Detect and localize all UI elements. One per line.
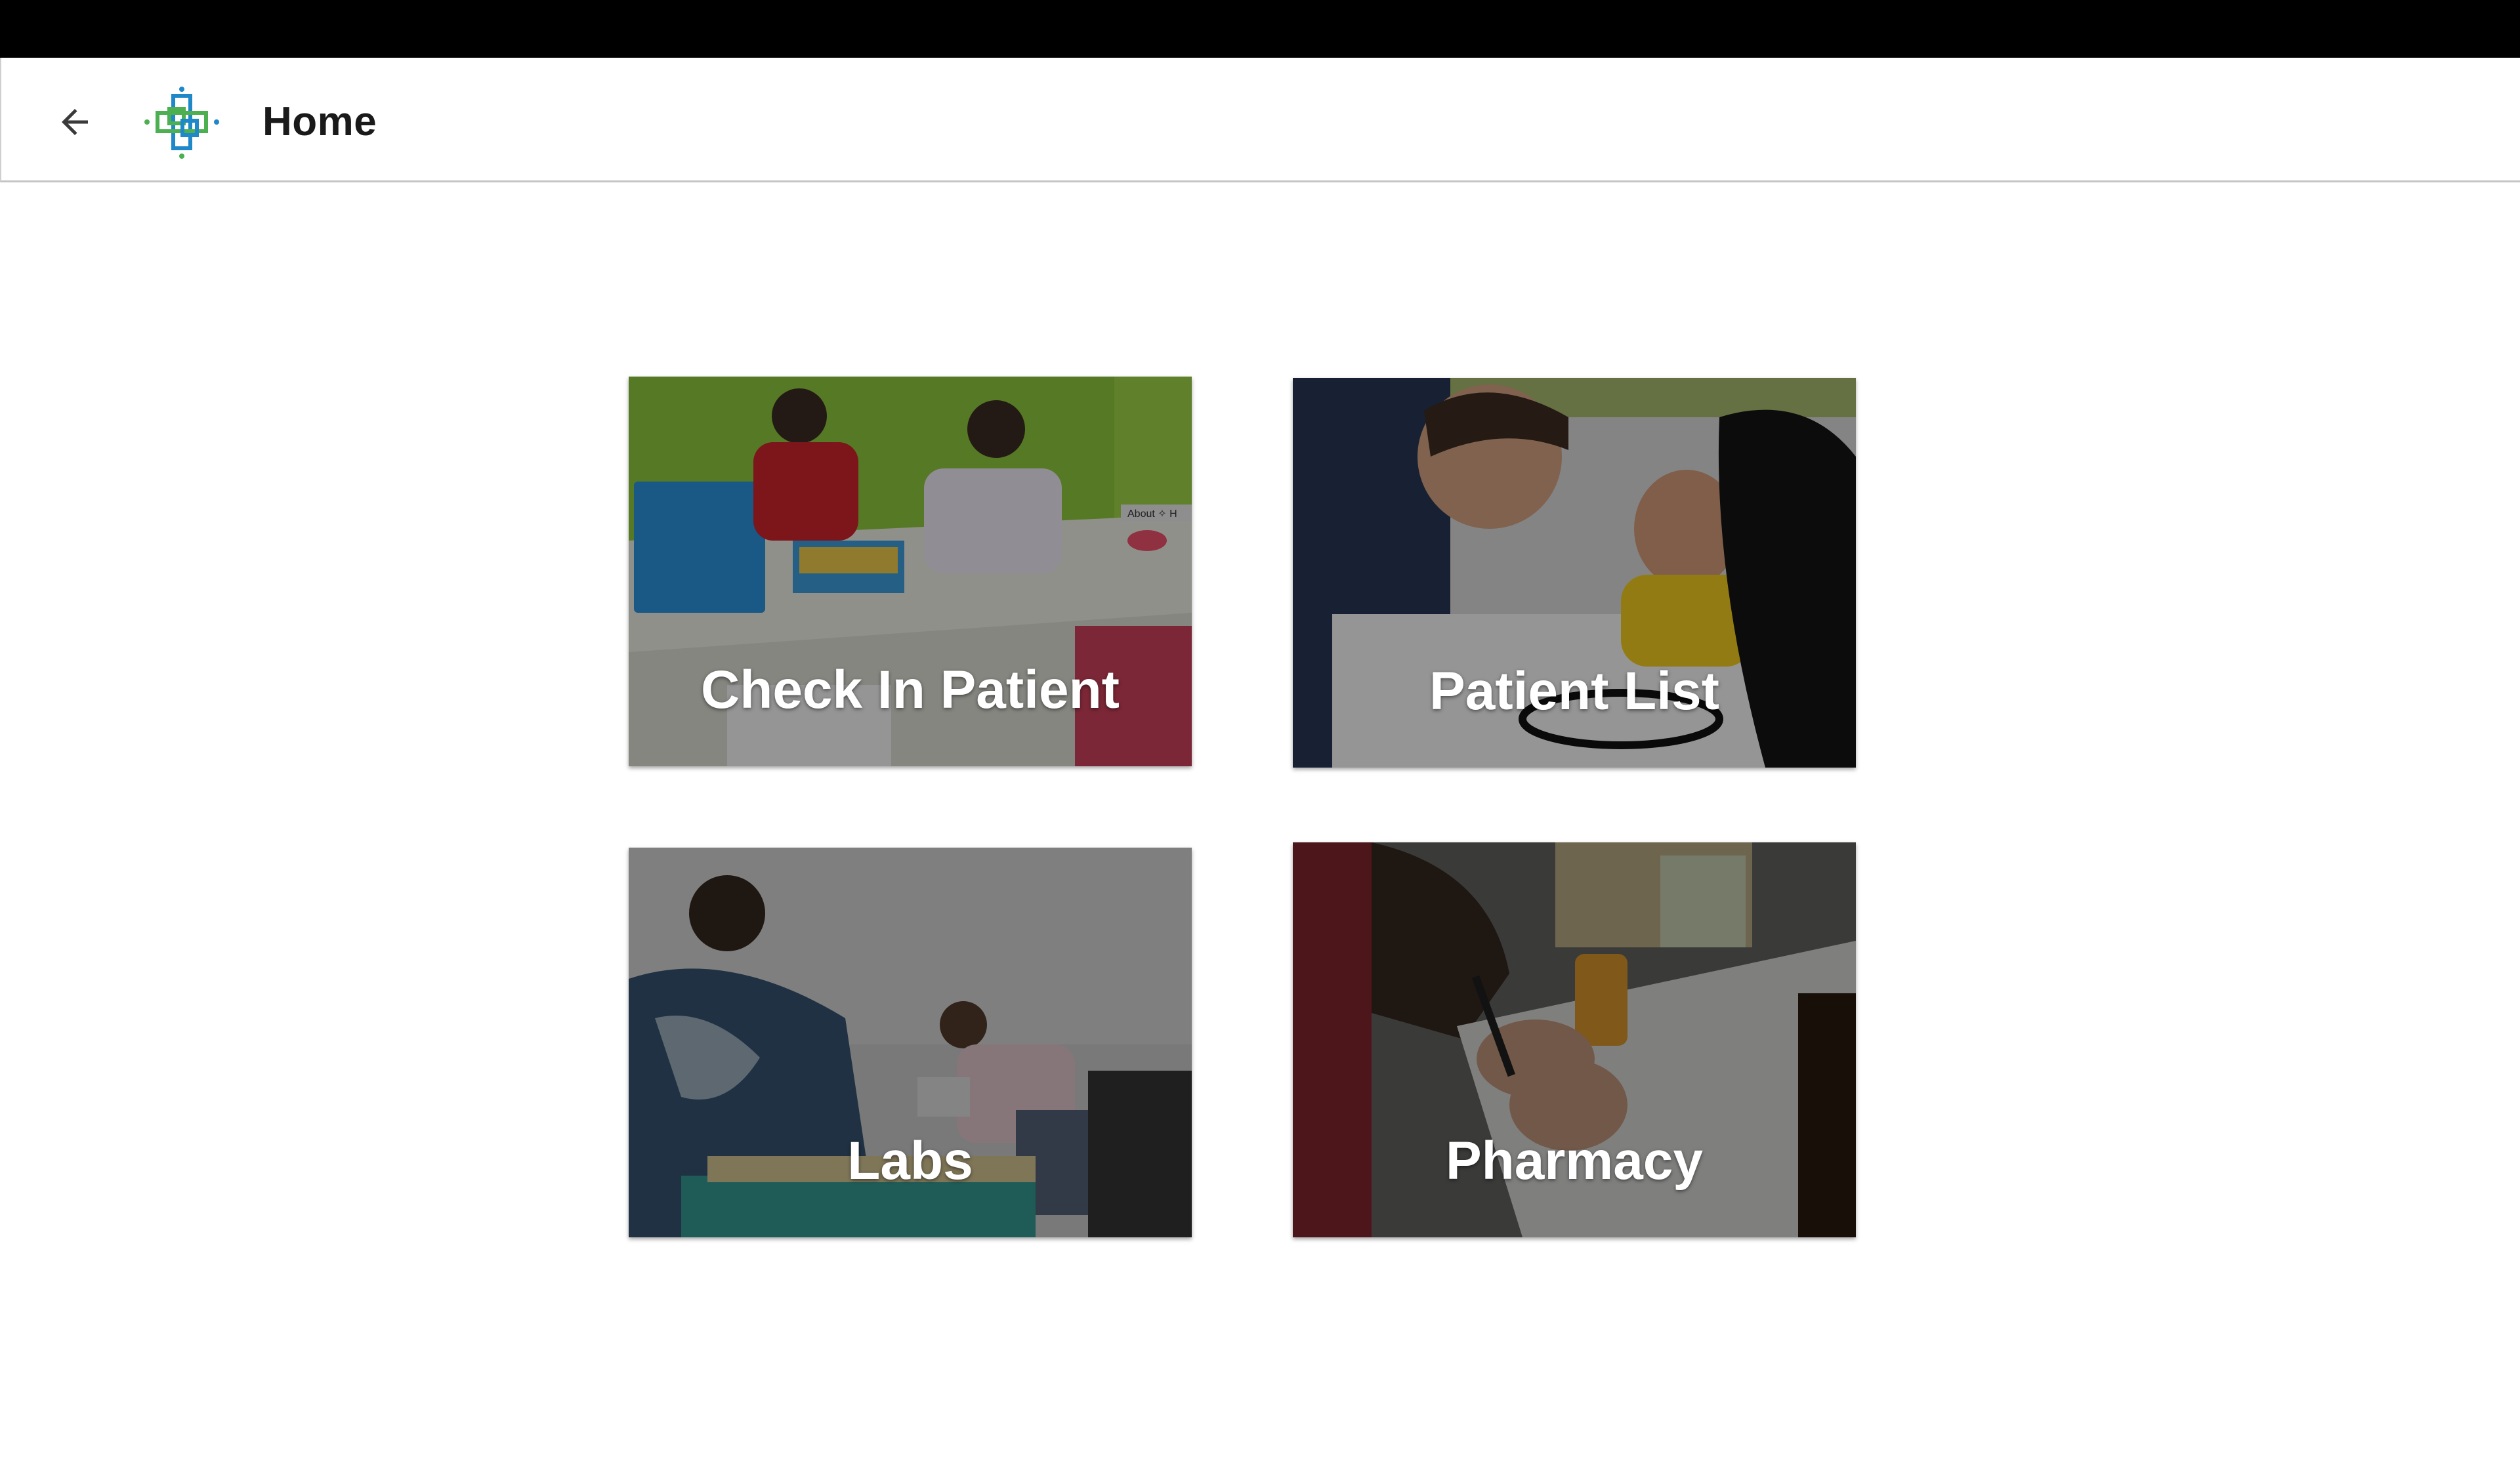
- tile-label: Check In Patient: [701, 660, 1120, 720]
- page-title: Home: [262, 99, 377, 144]
- tile-pharmacy[interactable]: Pharmacy: [1293, 842, 1856, 1237]
- arrow-left-icon: [62, 109, 88, 135]
- tile-patient-list[interactable]: Patient List: [1293, 378, 1856, 768]
- tile-labs[interactable]: Labs: [629, 848, 1192, 1237]
- tile-label: Patient List: [1429, 661, 1719, 721]
- back-button[interactable]: [47, 94, 102, 150]
- tile-label: Pharmacy: [1445, 1131, 1704, 1191]
- status-bar: [0, 0, 2520, 58]
- tile-check-in-patient[interactable]: About ✧ H Check In Patient: [629, 377, 1192, 766]
- tile-label: Labs: [847, 1131, 973, 1191]
- medical-cross-logo-icon: [144, 87, 219, 159]
- app-bar: Home: [0, 58, 2520, 182]
